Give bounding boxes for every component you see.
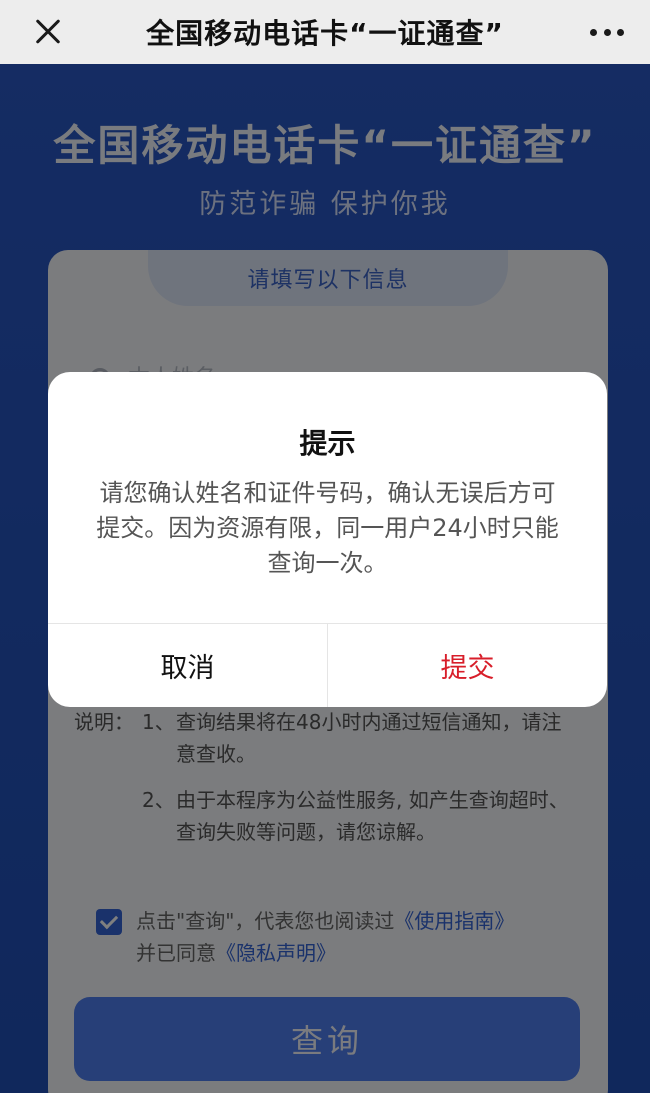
- dialog-button-bar: 取消 提交: [48, 623, 607, 707]
- close-icon[interactable]: [30, 14, 66, 50]
- dialog-message: 请您确认姓名和证件号码，确认无误后方可提交。因为资源有限，同一用户24小时只能查…: [96, 479, 559, 577]
- top-navbar: 全国移动电话卡“一证通查”: [0, 0, 650, 64]
- more-icon[interactable]: [590, 22, 624, 42]
- more-dot: [590, 28, 597, 36]
- more-dot: [617, 28, 624, 36]
- submit-button[interactable]: 提交: [328, 624, 607, 707]
- dialog-title: 提示: [299, 427, 356, 460]
- more-dot: [603, 28, 611, 36]
- cancel-button[interactable]: 取消: [48, 624, 328, 707]
- page-title: 全国移动电话卡“一证通查”: [146, 17, 504, 50]
- confirm-dialog: 提示 请您确认姓名和证件号码，确认无误后方可提交。因为资源有限，同一用户24小时…: [48, 372, 607, 707]
